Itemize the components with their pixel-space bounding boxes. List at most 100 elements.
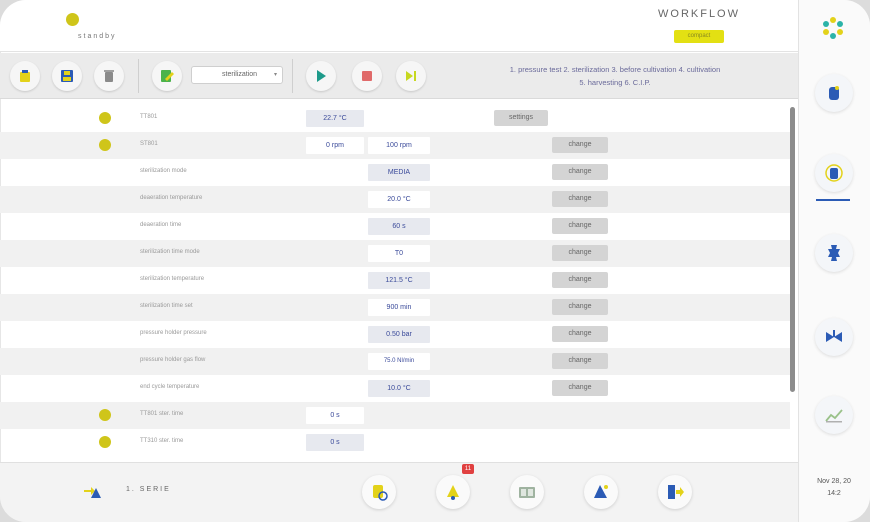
vessel-icon	[829, 86, 839, 100]
table-row: deaeration temperature 20.0 °C change	[0, 186, 790, 213]
program-select[interactable]: sterilization ▾	[191, 66, 283, 84]
app-logo	[819, 14, 847, 42]
change-button[interactable]: change	[552, 164, 608, 180]
date-label: Nov 28, 20	[817, 478, 851, 485]
table-row: TT801 22.7 °C settings	[0, 105, 790, 132]
table-row: TT801 ster. time 0 s	[0, 402, 790, 429]
bell-flask-icon	[447, 485, 459, 500]
setpoint-value: 0.50 bar	[368, 326, 430, 343]
table-row: end cycle temperature 10.0 °C change	[0, 375, 790, 402]
setpoint-value: 60 s	[368, 218, 430, 235]
arrow-flask-icon	[84, 487, 101, 498]
change-button[interactable]: change	[552, 299, 608, 315]
table-row: sterilization temperature 121.5 °C chang…	[0, 267, 790, 294]
current-value: 0 s	[306, 434, 364, 451]
parameter-table: TT801 22.7 °C settings ST801 0 rpm 100 r…	[0, 105, 790, 455]
change-button[interactable]: change	[552, 137, 608, 153]
flask-button[interactable]	[584, 475, 618, 509]
edit-document-icon	[161, 70, 174, 82]
chevron-down-icon: ▾	[273, 72, 277, 78]
setpoint-value: 75.0 Nl/min	[368, 353, 430, 370]
transfer-button[interactable]	[76, 475, 110, 509]
change-button[interactable]: change	[552, 245, 608, 261]
toolbar-divider	[138, 59, 139, 93]
setpoint-value: 121.5 °C	[368, 272, 430, 289]
table-row: sterilization mode MEDIA change	[0, 159, 790, 186]
save-icon	[61, 70, 73, 82]
row-label: TT801	[140, 114, 158, 120]
mode-badge[interactable]: compact	[674, 30, 724, 43]
table-row: ST801 0 rpm 100 rpm change	[0, 132, 790, 159]
change-button[interactable]: change	[552, 353, 608, 369]
series-label: 1. SERIE	[126, 486, 171, 493]
change-button[interactable]: change	[552, 218, 608, 234]
flask-icon	[594, 485, 608, 498]
setpoint-value: 10.0 °C	[368, 380, 430, 397]
play-button[interactable]	[306, 61, 336, 91]
change-button[interactable]: change	[552, 326, 608, 342]
toolbar-divider	[292, 59, 293, 93]
setpoint-value: 900 min	[368, 299, 430, 316]
phase-list-line: 5. harvesting 6. C.I.P.	[579, 78, 651, 87]
vessel-refresh-icon	[373, 485, 388, 501]
new-recipe-button[interactable]	[10, 61, 40, 91]
row-label: ST801	[140, 141, 158, 147]
alarm-count-badge: 11	[462, 464, 474, 474]
status-label: standby	[78, 33, 117, 40]
current-value: 0 rpm	[306, 137, 364, 154]
delete-recipe-button[interactable]	[94, 61, 124, 91]
alarms-button[interactable]	[436, 475, 470, 509]
stop-button[interactable]	[352, 61, 382, 91]
play-icon	[317, 70, 326, 82]
trash-icon	[104, 70, 114, 82]
skip-step-button[interactable]	[396, 61, 426, 91]
gear-vessel-icon	[828, 245, 840, 261]
sensor-status-dot	[99, 112, 111, 124]
row-label: sterilization mode	[140, 168, 187, 174]
sensor-status-dot	[99, 139, 111, 151]
row-label: deaeration time	[140, 222, 182, 228]
row-label: TT801 ster. time	[140, 411, 184, 417]
skip-forward-icon	[406, 71, 416, 81]
change-button[interactable]: change	[552, 380, 608, 396]
change-button[interactable]: change	[552, 191, 608, 207]
table-row: TT310 ster. time 0 s	[0, 429, 790, 456]
sidebar-trend-button[interactable]	[815, 396, 853, 434]
current-value: 0 s	[306, 407, 364, 424]
row-label: sterilization time set	[140, 303, 193, 309]
phase-list: 1. pressure test 2. sterilization 3. bef…	[440, 63, 790, 89]
date-time: Nov 28, 20 14:2	[798, 476, 870, 500]
table-row: sterilization time set 900 min change	[0, 294, 790, 321]
row-label: end cycle temperature	[140, 384, 200, 390]
table-row: pressure holder pressure 0.50 bar change	[0, 321, 790, 348]
setpoint-value: MEDIA	[368, 164, 430, 181]
cycle-vessel-icon	[825, 164, 843, 182]
valve-icon	[826, 330, 842, 342]
change-button[interactable]: change	[552, 272, 608, 288]
logout-button[interactable]	[658, 475, 692, 509]
status-indicator	[66, 13, 79, 26]
sidebar-vessel-button[interactable]	[815, 74, 853, 112]
time-label: 14:2	[827, 490, 841, 497]
new-file-icon	[20, 70, 30, 82]
sidebar-active-indicator	[816, 199, 850, 201]
setpoint-value: 100 rpm	[368, 137, 430, 154]
logbook-button[interactable]	[510, 475, 544, 509]
program-select-value: sterilization	[222, 71, 258, 78]
sensor-status-dot	[99, 409, 111, 421]
row-label: pressure holder gas flow	[140, 357, 206, 363]
table-scrollbar[interactable]	[790, 107, 795, 392]
sidebar-dna-button[interactable]	[815, 234, 853, 272]
exit-door-icon	[668, 485, 684, 499]
right-sidebar	[798, 0, 870, 522]
setpoint-value: T0	[368, 245, 430, 262]
settings-button[interactable]: settings	[494, 110, 548, 126]
edit-recipe-button[interactable]	[152, 61, 182, 91]
sync-button[interactable]	[362, 475, 396, 509]
save-recipe-button[interactable]	[52, 61, 82, 91]
sidebar-valve-button[interactable]	[815, 318, 853, 356]
sidebar-workflow-button[interactable]	[815, 154, 853, 192]
current-value: 22.7 °C	[306, 110, 364, 127]
setpoint-value: 20.0 °C	[368, 191, 430, 208]
row-label: deaeration temperature	[140, 195, 203, 201]
